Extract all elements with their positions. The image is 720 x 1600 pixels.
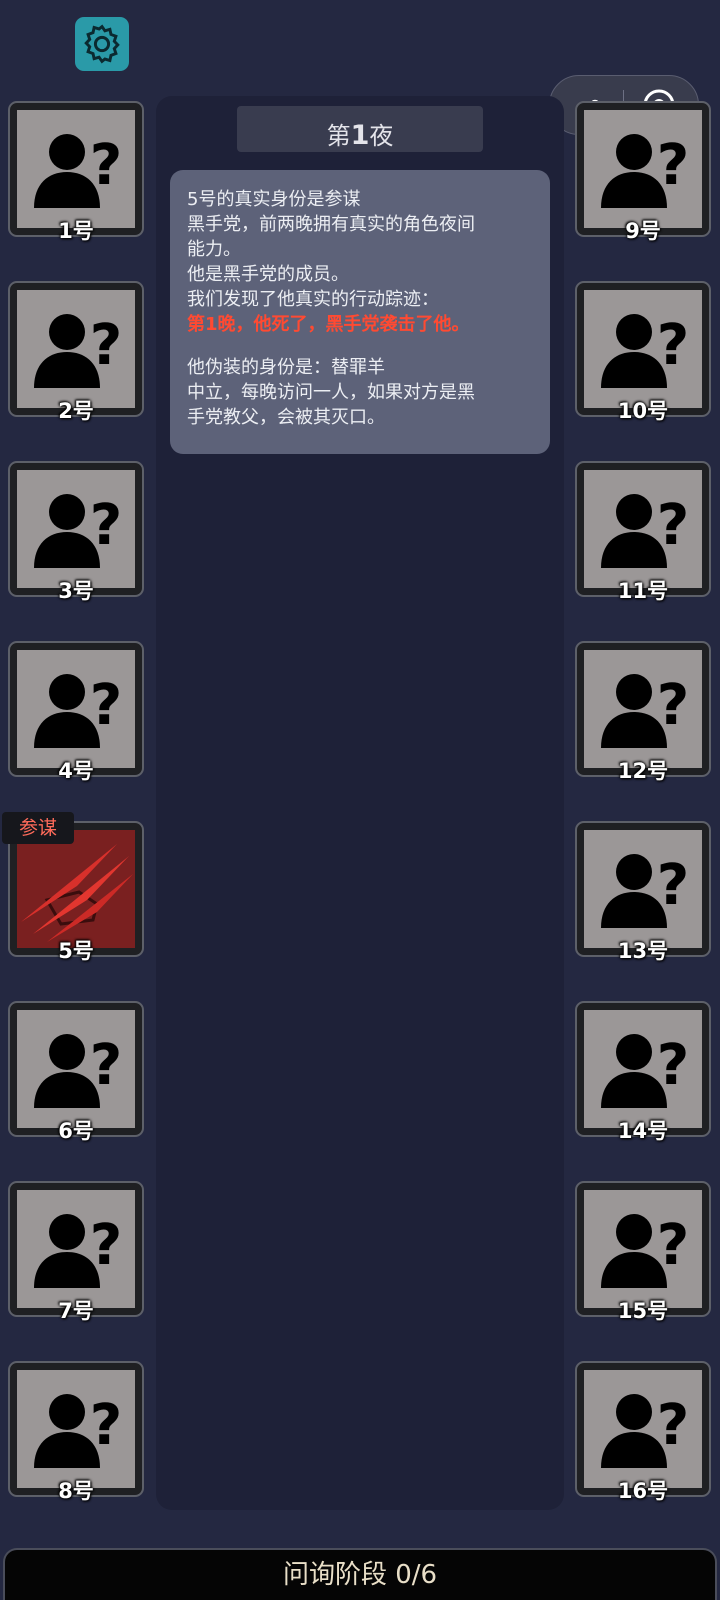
player-label: 5号 [58,939,94,963]
svg-text:?: ? [90,133,122,198]
avatar-image: ? [584,110,702,228]
player-label: 16号 [617,1479,669,1503]
player-label: 6号 [58,1119,94,1143]
avatar-image: ? [17,470,135,588]
unknown-user-icon: ? [34,1393,122,1468]
avatar-image: ? [584,1370,702,1488]
message-highlight: 第1晚，他死了，黑手党袭击了他。 [187,314,470,335]
player-label: 10号 [617,399,669,423]
player-slot[interactable]: ? 4号 [8,641,148,783]
player-label: 3号 [58,579,94,603]
night-title: 第1夜 [237,106,483,152]
svg-text:?: ? [657,1213,689,1278]
night-title-prefix: 第 [326,122,351,150]
avatar-image: ? [584,470,702,588]
avatar-image: ? [584,650,702,768]
avatar-image: ? [17,1190,135,1308]
player-label: 9号 [625,219,661,243]
unknown-user-icon: ? [34,493,122,568]
settings-button[interactable] [75,17,129,71]
phase-text: 问询阶段 0/6 [282,1560,438,1590]
avatar-image: ? [584,290,702,408]
avatar-image: ? [584,1010,702,1128]
player-slot[interactable]: ? 6号 [8,1001,148,1143]
avatar-image: ? [17,1370,135,1488]
avatar-image: ? [584,830,702,948]
svg-text:?: ? [90,673,122,738]
player-label: 2号 [58,399,94,423]
unknown-user-icon: ? [34,313,122,388]
unknown-user-icon: ? [34,1213,122,1288]
avatar-image: ? [17,650,135,768]
unknown-user-icon: ? [601,1033,689,1108]
avatar-image [17,830,135,948]
player-slot[interactable]: ? 8号 [8,1361,148,1503]
player-label: 4号 [58,759,94,783]
player-slot[interactable]: ? 1号 [8,101,148,243]
message-line: 我们发现了他真实的行动踪迹： [187,289,439,310]
player-slot[interactable]: ? 2号 [8,281,148,423]
svg-text:?: ? [90,1033,122,1098]
player-label: 12号 [617,759,669,783]
unknown-user-icon: ? [601,493,689,568]
svg-text:?: ? [90,493,122,558]
unknown-user-icon: ? [601,313,689,388]
svg-text:?: ? [657,1033,689,1098]
avatar-image: ? [584,1190,702,1308]
player-slot[interactable]: ? 9号 [575,101,715,243]
player-slot[interactable]: ? 11号 [575,461,715,603]
night-title-suffix: 夜 [369,122,394,150]
svg-text:?: ? [657,1393,689,1458]
player-slot[interactable]: ? 14号 [575,1001,715,1143]
gear-icon [84,24,120,64]
svg-text:?: ? [657,133,689,198]
disguise-line: 他伪装的身份是：替罪羊 [187,357,385,378]
player-label: 11号 [617,579,669,603]
message-line: 能力。 [187,239,241,260]
player-label: 15号 [617,1299,669,1323]
unknown-user-icon: ? [601,853,689,928]
message-line: 黑手党，前两晚拥有真实的角色夜间 [187,214,475,235]
message-line: 5号的真实身份是参谋 [187,189,361,210]
unknown-user-icon: ? [601,133,689,208]
avatar-image: ? [17,110,135,228]
disguise-line: 中立，每晚访问一人，如果对方是黑 [187,382,475,403]
night-number: 1 [350,120,370,151]
svg-text:?: ? [657,853,689,918]
unknown-user-icon: ? [34,1033,122,1108]
disguise-line: 手党教父，会被其灭口。 [187,407,385,428]
player-label: 7号 [58,1299,94,1323]
player-slot[interactable]: ? 16号 [575,1361,715,1503]
svg-text:?: ? [90,313,122,378]
message-line: 他是黑手党的成员。 [187,264,349,285]
avatar-image: ? [17,1010,135,1128]
player-slot[interactable]: ? 13号 [575,821,715,963]
unknown-user-icon: ? [34,673,122,748]
player-label: 1号 [58,219,94,243]
player-slot[interactable]: ? 3号 [8,461,148,603]
svg-text:?: ? [657,493,689,558]
unknown-user-icon: ? [601,673,689,748]
player-slot[interactable]: ? 15号 [575,1181,715,1323]
phase-bar: 问询阶段 0/6 [3,1548,717,1600]
svg-text:?: ? [657,313,689,378]
claw-scratch-icon [17,830,135,948]
player-slot[interactable]: ? 12号 [575,641,715,783]
player-slot[interactable]: ? 7号 [8,1181,148,1323]
message-bubble: 5号的真实身份是参谋 黑手党，前两晚拥有真实的角色夜间 能力。 他是黑手党的成员… [170,170,550,454]
unknown-user-icon: ? [601,1213,689,1288]
player-label: 14号 [617,1119,669,1143]
unknown-user-icon: ? [601,1393,689,1468]
svg-text:?: ? [90,1393,122,1458]
unknown-user-icon: ? [34,133,122,208]
avatar-image: ? [17,290,135,408]
svg-text:?: ? [90,1213,122,1278]
revealed-role-tag: 参谋 [2,812,74,844]
player-slot[interactable]: ? 10号 [575,281,715,423]
svg-text:?: ? [657,673,689,738]
player-label: 13号 [617,939,669,963]
player-label: 8号 [58,1479,94,1503]
